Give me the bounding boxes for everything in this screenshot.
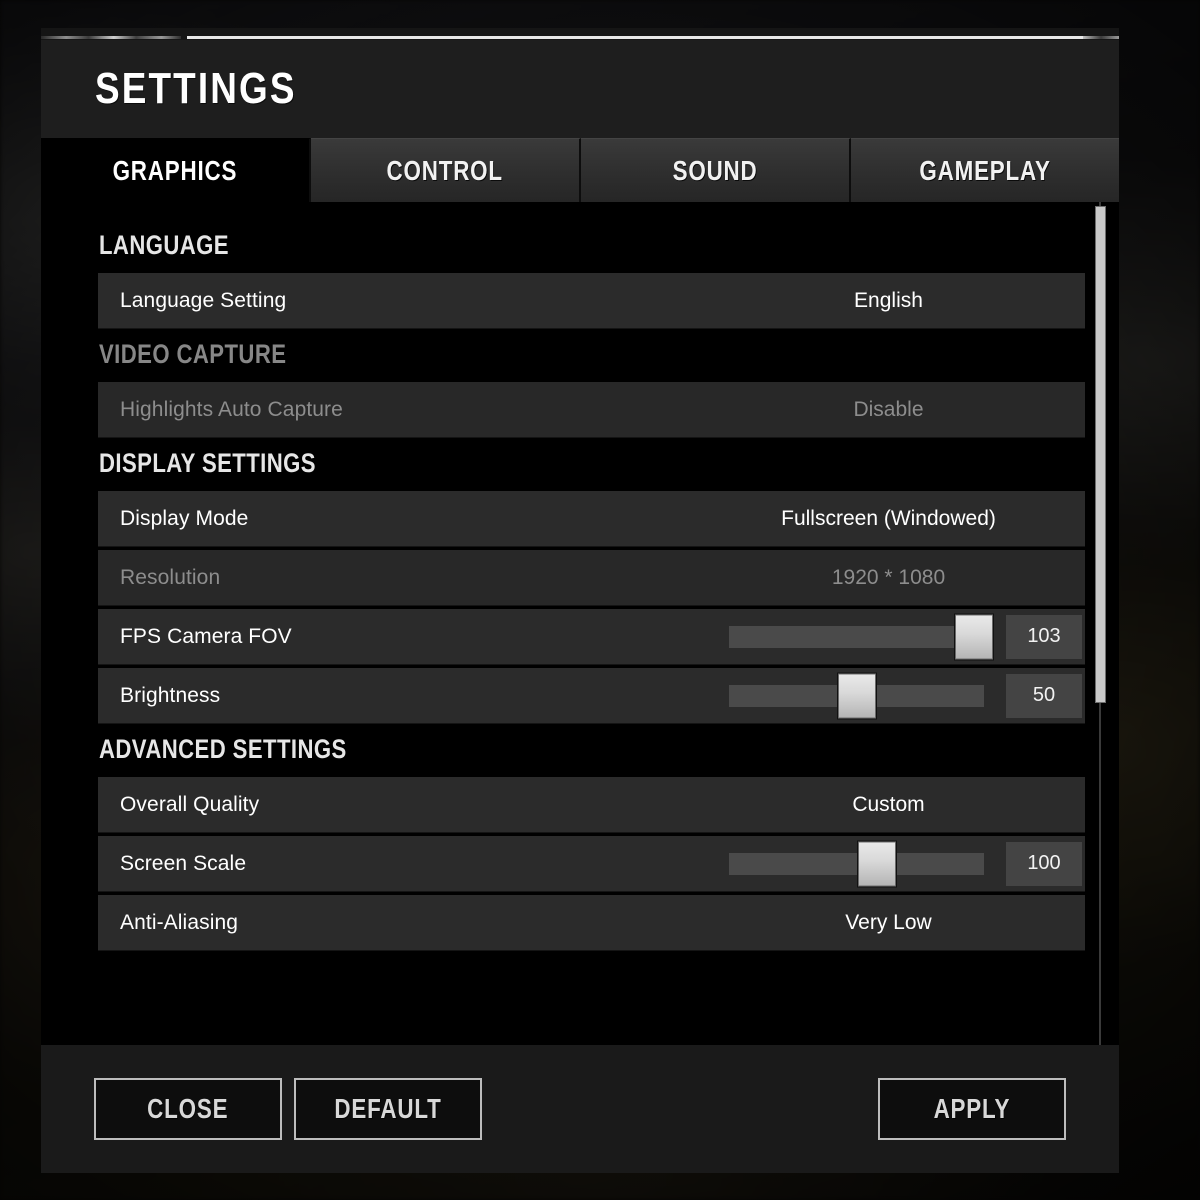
- slider-track-fps-camera-fov[interactable]: [729, 614, 993, 659]
- setting-row-display-mode[interactable]: Display Mode Fullscreen (Windowed): [98, 491, 1085, 547]
- section-header: LANGUAGE: [99, 230, 229, 260]
- setting-value: English: [854, 288, 923, 312]
- setting-label: Display Mode: [120, 506, 249, 530]
- section-header: ADVANCED SETTINGS: [99, 734, 347, 764]
- settings-dialog: SETTINGS GRAPHICS CONTROL SOUND GAMEPLAY LA…: [41, 28, 1119, 1173]
- default-button-label: DEFAULT: [334, 1093, 442, 1124]
- apply-button-label: APPLY: [933, 1093, 1011, 1124]
- setting-label: Overall Quality: [120, 792, 260, 816]
- setting-row-brightness[interactable]: Brightness 50: [98, 668, 1085, 724]
- setting-label: Brightness: [120, 683, 221, 707]
- setting-label: Highlights Auto Capture: [120, 397, 343, 421]
- slider-zone: 50: [729, 668, 1082, 723]
- setting-label: Language Setting: [120, 288, 287, 312]
- tab-graphics[interactable]: GRAPHICS: [41, 138, 311, 202]
- clipped-top-line-right: [1083, 36, 1119, 39]
- close-button-label: CLOSE: [147, 1093, 229, 1124]
- slider-track-brightness[interactable]: [729, 673, 984, 718]
- slider-value-fps-camera-fov: 103: [1006, 614, 1082, 659]
- tab-sound[interactable]: SOUND: [581, 138, 851, 202]
- setting-label: Screen Scale: [120, 851, 247, 875]
- close-button[interactable]: CLOSE: [94, 1078, 282, 1140]
- tab-gameplay[interactable]: GAMEPLAY: [851, 138, 1119, 202]
- scrollbar-thumb[interactable]: [1095, 206, 1106, 703]
- setting-value: Disable: [853, 397, 924, 421]
- clipped-top-line-left: [41, 36, 181, 39]
- settings-list: LANGUAGE Language Setting English VIDEO CAP…: [41, 202, 1119, 1045]
- tab-label: GRAPHICS: [112, 154, 238, 186]
- tab-label: SOUND: [672, 154, 758, 186]
- clipped-top-line: [187, 36, 1083, 39]
- tab-control[interactable]: CONTROL: [311, 138, 581, 202]
- setting-value: Custom: [852, 792, 925, 816]
- slider-handle-screen-scale[interactable]: [857, 841, 896, 886]
- setting-row-screen-scale[interactable]: Screen Scale 100: [98, 836, 1085, 892]
- slider-handle-brightness[interactable]: [837, 673, 876, 718]
- setting-value: 1920 * 1080: [831, 565, 946, 589]
- section-header: DISPLAY SETTINGS: [99, 448, 316, 478]
- setting-value: Very Low: [845, 910, 932, 934]
- slider-value-screen-scale: 100: [1006, 841, 1082, 886]
- setting-row-resolution: Resolution 1920 * 1080: [98, 550, 1085, 606]
- tab-bar: GRAPHICS CONTROL SOUND GAMEPLAY: [41, 138, 1119, 202]
- setting-label: Resolution: [120, 565, 221, 589]
- setting-row-overall-quality[interactable]: Overall Quality Custom: [98, 777, 1085, 833]
- section-header: VIDEO CAPTURE: [99, 339, 287, 369]
- setting-value: Fullscreen (Windowed): [781, 506, 996, 530]
- setting-row-anti-aliasing[interactable]: Anti-Aliasing Very Low: [98, 895, 1085, 951]
- dialog-header: SETTINGS: [41, 40, 1119, 138]
- slider-handle-fps-camera-fov[interactable]: [954, 614, 993, 659]
- setting-label: FPS Camera FOV: [120, 624, 292, 648]
- dialog-footer: CLOSE DEFAULT APPLY: [41, 1045, 1119, 1173]
- settings-scroll-region: LANGUAGE Language Setting English VIDEO CAP…: [41, 202, 1119, 1045]
- tab-label: CONTROL: [386, 154, 504, 186]
- setting-row-fps-camera-fov[interactable]: FPS Camera FOV 103: [98, 609, 1085, 665]
- setting-label: Anti-Aliasing: [120, 910, 239, 934]
- slider-track-screen-scale[interactable]: [729, 841, 984, 886]
- setting-row-language-setting[interactable]: Language Setting English: [98, 273, 1085, 329]
- default-button[interactable]: DEFAULT: [294, 1078, 482, 1140]
- page-title: SETTINGS: [95, 64, 297, 113]
- setting-row-highlights-auto-capture: Highlights Auto Capture Disable: [98, 382, 1085, 438]
- slider-zone: 103: [729, 609, 1082, 664]
- apply-button[interactable]: APPLY: [878, 1078, 1066, 1140]
- slider-value-brightness: 50: [1006, 673, 1082, 718]
- tab-label: GAMEPLAY: [919, 154, 1051, 186]
- clipped-top-element: [41, 28, 1119, 40]
- slider-zone: 100: [729, 836, 1082, 891]
